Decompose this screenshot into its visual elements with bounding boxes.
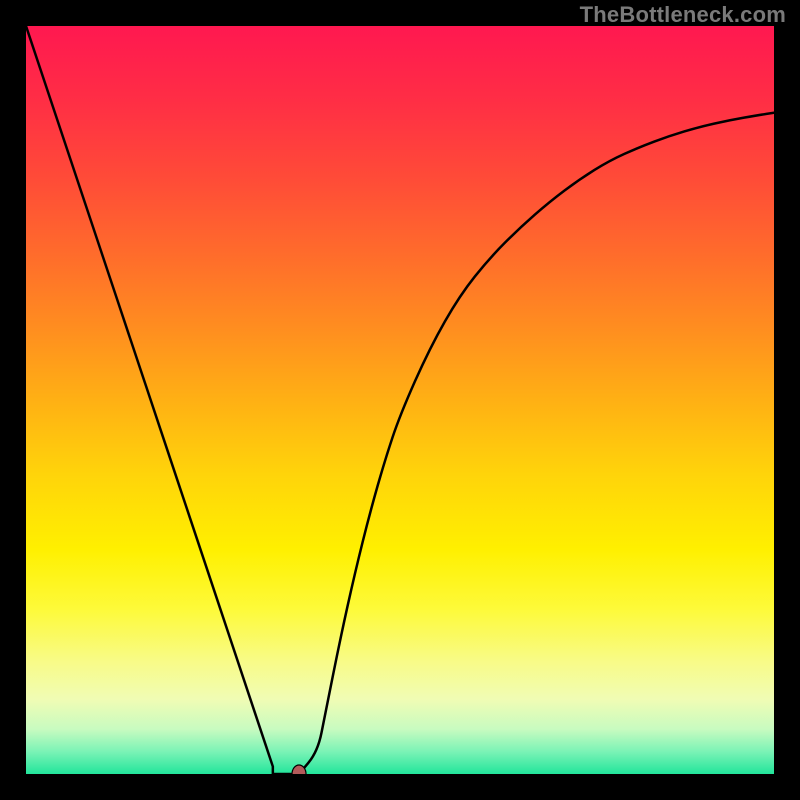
- chart-frame: TheBottleneck.com: [0, 0, 800, 800]
- plot-area: [26, 26, 774, 774]
- chart-svg: [26, 26, 774, 774]
- watermark-text: TheBottleneck.com: [580, 2, 786, 28]
